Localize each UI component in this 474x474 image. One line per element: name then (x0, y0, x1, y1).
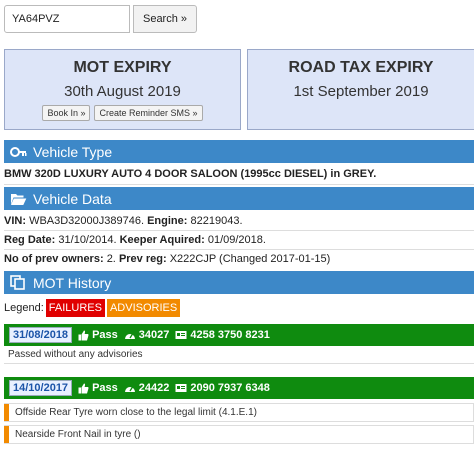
vehicle-type-title: Vehicle Type (33, 143, 113, 160)
vehicle-data-title: Vehicle Data (33, 190, 112, 207)
advisory-text: Offside Rear Tyre worn close to the lega… (15, 407, 257, 418)
dashboard-icon (124, 386, 135, 392)
copy-icon (10, 275, 25, 290)
vehicle-data-header: Vehicle Data (4, 187, 474, 210)
card-icon (175, 331, 187, 339)
book-in-button[interactable]: Book In » (42, 105, 91, 121)
key-icon (10, 146, 27, 157)
advisory-item: Offside Rear Tyre worn close to the lega… (4, 403, 474, 422)
reg-date-line: Reg Date: 31/10/2014. Keeper Aquired: 01… (4, 234, 266, 246)
mot-mileage: 24422 (124, 382, 169, 394)
legend: Legend: FAILURES ADVISORIES (4, 298, 181, 318)
mot-test-date: 14/10/2017 (9, 380, 73, 396)
search-button[interactable]: Search » (133, 5, 197, 33)
mot-result: Pass (78, 329, 118, 341)
mot-history-header: MOT History (4, 271, 474, 294)
mot-expiry-panel: MOT EXPIRY 30th August 2019 Book In » Cr… (4, 49, 241, 130)
mot-expiry-title: MOT EXPIRY (73, 59, 172, 76)
road-tax-expiry-title: ROAD TAX EXPIRY (288, 59, 434, 76)
advisory-marker (4, 404, 9, 421)
card-icon (175, 384, 187, 392)
advisory-text: Nearside Front Nail in tyre () (15, 429, 141, 440)
mot-test-date: 31/08/2018 (9, 327, 73, 343)
mot-test-bar: 31/08/2018 Pass 34027 4258 3750 8231 (4, 324, 474, 346)
folder-open-icon (10, 193, 27, 205)
mot-actions: Book In » Create Reminder SMS » (5, 105, 240, 121)
road-tax-expiry-date: 1st September 2019 (293, 83, 429, 100)
mot-test-note: Passed without any advisories (4, 346, 474, 364)
divider (4, 249, 474, 250)
thumbs-up-icon (78, 383, 89, 393)
registration-search-input[interactable] (4, 5, 130, 33)
prev-owners-line: No of prev owners: 2. Prev reg: X222CJP … (4, 253, 331, 265)
mot-result: Pass (78, 382, 118, 394)
failures-badge: FAILURES (45, 299, 105, 317)
create-reminder-sms-button[interactable]: Create Reminder SMS » (94, 105, 203, 121)
mot-history-title: MOT History (33, 274, 112, 291)
legend-label: Legend: (4, 302, 44, 314)
advisories-badge: ADVISORIES (106, 299, 181, 317)
vehicle-description: BMW 320D LUXURY AUTO 4 DOOR SALOON (1995… (4, 168, 377, 180)
mot-test-number: 4258 3750 8231 (175, 329, 270, 341)
vehicle-type-header: Vehicle Type (4, 140, 474, 163)
divider (4, 230, 474, 231)
thumbs-up-icon (78, 330, 89, 340)
dashboard-icon (124, 333, 135, 339)
vin-engine-line: VIN: WBA3D32000J389746. Engine: 82219043… (4, 215, 243, 227)
road-tax-expiry-panel: ROAD TAX EXPIRY 1st September 2019 (247, 49, 474, 130)
mot-expiry-date: 30th August 2019 (64, 83, 181, 100)
advisory-item: Nearside Front Nail in tyre () (4, 425, 474, 444)
mot-test-number: 2090 7937 6348 (175, 382, 270, 394)
mot-test-bar: 14/10/2017 Pass 24422 2090 7937 6348 (4, 377, 474, 399)
divider (4, 184, 474, 185)
mot-mileage: 34027 (124, 329, 169, 341)
advisory-marker (4, 426, 9, 443)
